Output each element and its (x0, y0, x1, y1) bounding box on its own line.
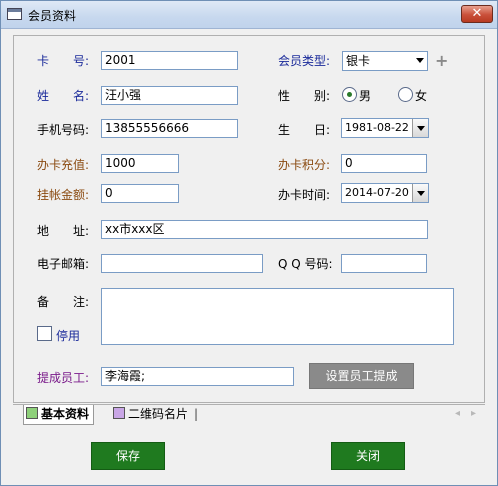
card-points-input[interactable]: 0 (341, 154, 427, 173)
add-member-type-icon[interactable]: + (435, 51, 448, 70)
tab-basic-info-label: 基本资料 (41, 407, 90, 421)
card-recharge-input[interactable]: 1000 (101, 154, 179, 173)
gender-female-radio[interactable] (398, 87, 413, 102)
tab-qr-card-icon (113, 407, 125, 419)
tab-basic-info-icon (26, 407, 38, 419)
name-label: 姓 名: (37, 89, 90, 103)
name-input[interactable]: 汪小强 (101, 86, 238, 105)
phone-input[interactable]: 13855556666 (101, 119, 238, 138)
save-button[interactable]: 保存 (91, 442, 165, 470)
tab-scroll-right-icon[interactable]: ▸ (471, 408, 476, 419)
window-icon (7, 8, 22, 20)
birthday-value: 1981-08-22 (345, 121, 409, 134)
card-time-value: 2014-07-20 (345, 186, 409, 199)
tab-scroll-left-icon[interactable]: ◂ (455, 408, 460, 419)
phone-label: 手机号码: (37, 123, 90, 137)
commission-staff-input[interactable]: 李海霞; (101, 367, 294, 386)
address-input[interactable]: xx市xxx区 (101, 220, 428, 239)
address-label: 地 址: (37, 224, 90, 238)
card-no-label: 卡 号: (37, 54, 90, 68)
basic-info-panel: 卡 号: 2001 会员类型: 银卡 + 姓 名: 汪小强 性 别: 男 女 手… (13, 35, 485, 403)
tab-bar: 基本资料 二维码名片 | ◂ ▸ (13, 404, 485, 425)
card-no-input[interactable]: 2001 (101, 51, 238, 70)
commission-staff-label: 提成员工: (37, 371, 90, 385)
email-label: 电子邮箱: (37, 257, 90, 271)
member-type-value: 银卡 (346, 54, 371, 68)
gender-label: 性 别: (278, 89, 331, 103)
tab-separator: | (194, 407, 199, 421)
gender-male-label: 男 (359, 89, 372, 103)
tab-qr-card-label: 二维码名片 (128, 407, 189, 421)
credit-amount-input[interactable]: 0 (101, 184, 179, 203)
credit-amount-label: 挂帐金额: (37, 188, 90, 202)
qq-label: Q Q 号码: (278, 257, 333, 271)
disabled-label: 停用 (56, 329, 81, 343)
card-time-label: 办卡时间: (278, 188, 331, 202)
remarks-label: 备 注: (37, 295, 90, 309)
title-bar: 会员资料 ✕ (1, 1, 497, 29)
card-time-datepicker[interactable]: 2014-07-20 (341, 183, 429, 203)
gender-male-radio[interactable] (342, 87, 357, 102)
qq-input[interactable] (341, 254, 427, 273)
set-commission-button[interactable]: 设置员工提成 (309, 363, 414, 389)
card-points-label: 办卡积分: (278, 158, 331, 172)
member-info-window: 会员资料 ✕ 卡 号: 2001 会员类型: 银卡 + 姓 名: 汪小强 性 别… (0, 0, 498, 486)
tab-basic-info[interactable]: 基本资料 (23, 405, 95, 425)
member-type-select[interactable]: 银卡 (342, 51, 428, 71)
card-recharge-label: 办卡充值: (37, 158, 90, 172)
window-title: 会员资料 (28, 9, 77, 23)
email-input[interactable] (101, 254, 263, 273)
member-type-label: 会员类型: (278, 54, 331, 68)
card-time-dropdown-icon[interactable] (412, 184, 428, 202)
close-window-button[interactable]: ✕ (461, 5, 493, 23)
birthday-dropdown-icon[interactable] (412, 119, 428, 137)
close-button[interactable]: 关闭 (331, 442, 405, 470)
birthday-label: 生 日: (278, 123, 331, 137)
remarks-textarea[interactable] (101, 288, 454, 345)
dropdown-arrow-icon (416, 58, 424, 63)
disabled-checkbox[interactable] (37, 326, 52, 341)
tab-qr-card[interactable]: 二维码名片 | (113, 405, 198, 425)
gender-female-label: 女 (415, 89, 428, 103)
birthday-datepicker[interactable]: 1981-08-22 (341, 118, 429, 138)
